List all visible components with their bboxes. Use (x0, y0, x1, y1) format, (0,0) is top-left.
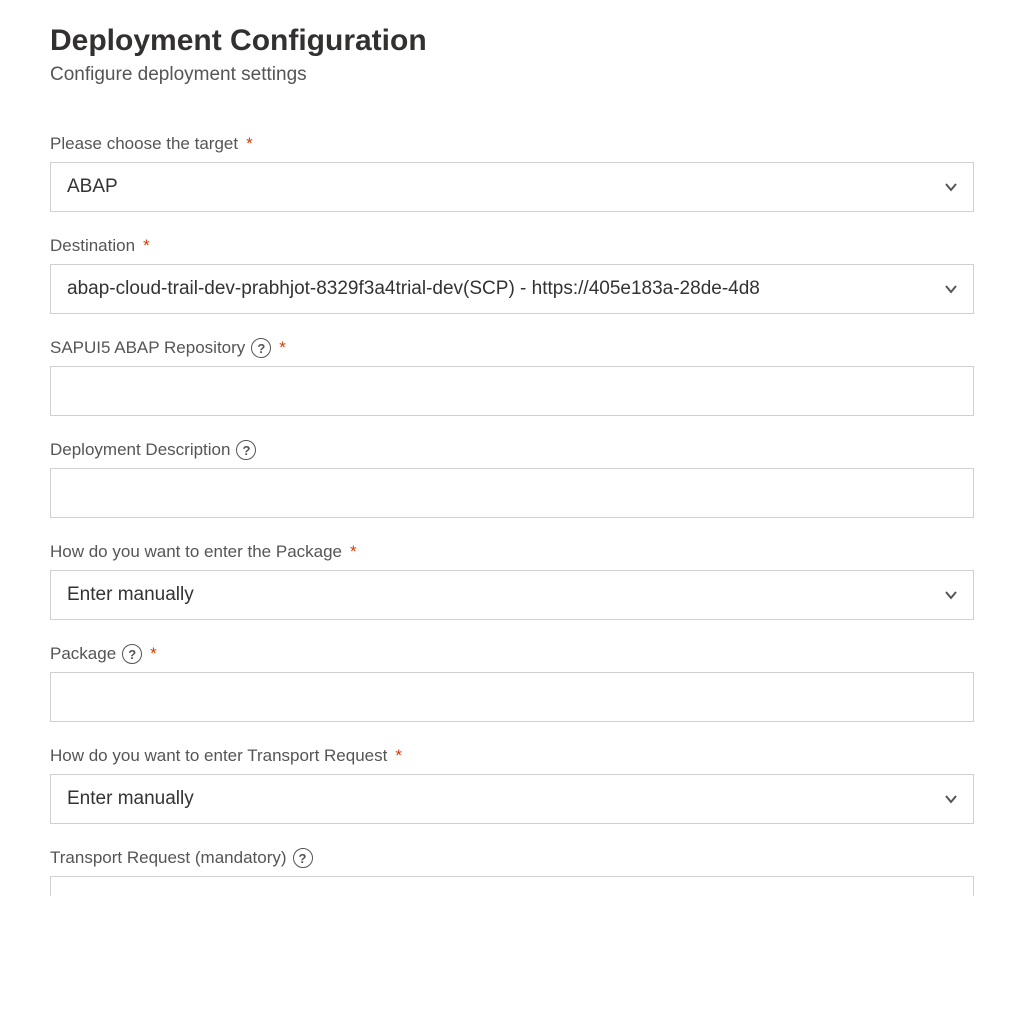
transport-mode-select[interactable]: Enter manually (50, 774, 974, 824)
required-mark: * (150, 644, 157, 664)
destination-label-row: Destination * (50, 236, 974, 256)
transport-input[interactable] (50, 876, 974, 896)
package-label: Package (50, 644, 116, 664)
chevron-down-icon (943, 281, 959, 297)
required-mark: * (279, 338, 286, 358)
deployment-config-form: Deployment Configuration Configure deplo… (0, 0, 1024, 896)
help-icon[interactable]: ? (122, 644, 142, 664)
required-mark: * (143, 236, 150, 256)
page-title: Deployment Configuration (50, 24, 974, 58)
field-destination: Destination * abap-cloud-trail-dev-prabh… (50, 236, 974, 314)
help-icon[interactable]: ? (236, 440, 256, 460)
chevron-down-icon (943, 791, 959, 807)
field-transport-mode: How do you want to enter Transport Reque… (50, 746, 974, 824)
help-icon[interactable]: ? (251, 338, 271, 358)
description-label-row: Deployment Description ? (50, 440, 974, 460)
destination-value: abap-cloud-trail-dev-prabhjot-8329f3a4tr… (67, 278, 929, 300)
package-mode-select[interactable]: Enter manually (50, 570, 974, 620)
chevron-down-icon (943, 587, 959, 603)
field-repository: SAPUI5 ABAP Repository ? * (50, 338, 974, 416)
field-target: Please choose the target * ABAP (50, 134, 974, 212)
field-package-mode: How do you want to enter the Package * E… (50, 542, 974, 620)
target-label: Please choose the target (50, 134, 238, 154)
target-select[interactable]: ABAP (50, 162, 974, 212)
repository-label-row: SAPUI5 ABAP Repository ? * (50, 338, 974, 358)
transport-label: Transport Request (mandatory) (50, 848, 287, 868)
repository-label: SAPUI5 ABAP Repository (50, 338, 245, 358)
target-label-row: Please choose the target * (50, 134, 974, 154)
transport-mode-label: How do you want to enter Transport Reque… (50, 746, 387, 766)
required-mark: * (395, 746, 402, 766)
required-mark: * (246, 134, 253, 154)
field-description: Deployment Description ? (50, 440, 974, 518)
package-label-row: Package ? * (50, 644, 974, 664)
package-mode-label-row: How do you want to enter the Package * (50, 542, 974, 562)
destination-label: Destination (50, 236, 135, 256)
help-icon[interactable]: ? (293, 848, 313, 868)
chevron-down-icon (943, 179, 959, 195)
page-subtitle: Configure deployment settings (50, 64, 974, 86)
transport-mode-value: Enter manually (67, 788, 929, 810)
package-mode-value: Enter manually (67, 584, 929, 606)
description-label: Deployment Description (50, 440, 230, 460)
target-value: ABAP (67, 176, 929, 198)
destination-select[interactable]: abap-cloud-trail-dev-prabhjot-8329f3a4tr… (50, 264, 974, 314)
field-package: Package ? * (50, 644, 974, 722)
repository-input[interactable] (50, 366, 974, 416)
package-mode-label: How do you want to enter the Package (50, 542, 342, 562)
transport-label-row: Transport Request (mandatory) ? (50, 848, 974, 868)
required-mark: * (350, 542, 357, 562)
package-input[interactable] (50, 672, 974, 722)
field-transport: Transport Request (mandatory) ? (50, 848, 974, 896)
description-input[interactable] (50, 468, 974, 518)
transport-mode-label-row: How do you want to enter Transport Reque… (50, 746, 974, 766)
